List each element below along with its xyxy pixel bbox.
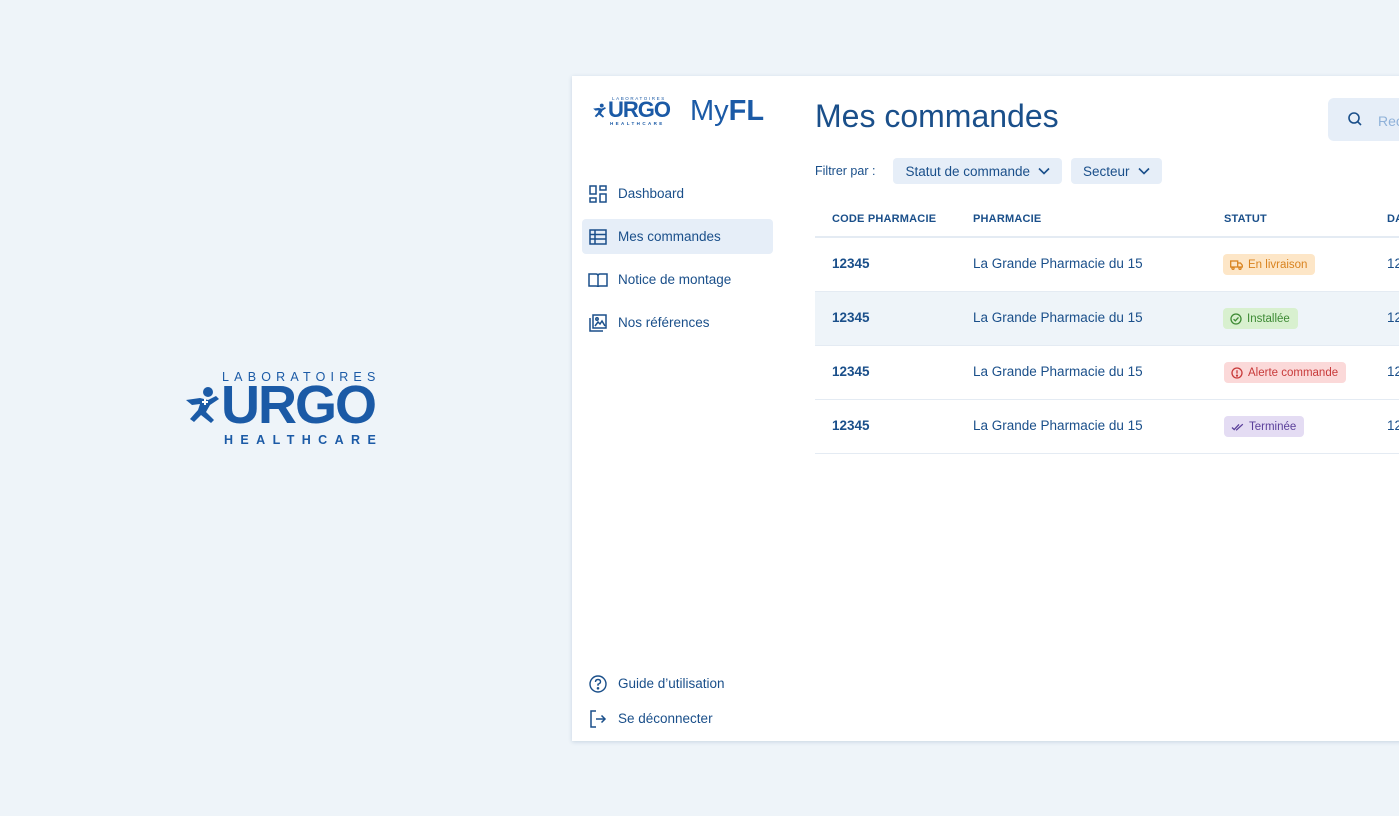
mini-logo-bottom: HEALTHCARE [610,121,665,126]
cell-date: 12/03/2023 [1387,310,1399,325]
alert-circle-icon [1231,366,1243,379]
cell-code: 12345 [832,418,870,433]
sidebar-item-notice-de-montage[interactable]: Notice de montage [582,262,773,297]
app-name: MyFL [690,94,764,128]
hero-logo-brand: URGO [221,375,377,435]
search-icon [1348,112,1362,126]
table-row[interactable]: 12345 La Grande Pharmacie du 15 Alerte c… [815,346,1399,400]
cell-pharmacie: La Grande Pharmacie du 15 [973,310,1143,325]
column-header-statut[interactable]: STATUT [1224,213,1267,225]
app-brand: LABORATOIRES URGO HEALTHCARE MyFL [590,94,780,128]
sidebar-item-label: Notice de montage [618,272,732,287]
status-badge: Installée [1223,308,1298,329]
search-input[interactable] [1376,110,1399,132]
sidebar-item-dashboard[interactable]: Dashboard [582,176,773,211]
cell-date: 12/03/2023 [1387,256,1399,271]
column-header-pharmacie[interactable]: PHARMACIE [973,213,1041,225]
book-icon [588,270,608,290]
page-title: Mes commandes [815,98,1059,134]
app-name-light: My [690,95,729,127]
status-badge: Terminée [1224,416,1305,437]
check-circle-icon [1230,312,1242,325]
chevron-down-icon [1038,167,1050,175]
main-content: Mes commandes Filtrer par : Statut de co… [815,76,1399,741]
help-icon [588,674,608,694]
cell-pharmacie: La Grande Pharmacie du 15 [973,364,1143,379]
sector-filter-label: Secteur [1083,163,1130,179]
sidebar-nav: Dashboard Mes commandes Notice de montag… [582,176,773,348]
sidebar-bottom-nav: Guide d’utilisation Se déconnecter [582,666,773,736]
sidebar-item-guide[interactable]: Guide d’utilisation [582,666,773,701]
search-box[interactable] [1328,98,1399,141]
filter-label: Filtrer par : [815,164,876,178]
column-header-code[interactable]: CODE PHARMACIE [832,213,936,225]
cell-code: 12345 [832,256,870,271]
cell-code: 12345 [832,310,870,325]
table-icon [588,227,608,247]
cell-pharmacie: La Grande Pharmacie du 15 [973,418,1143,433]
sidebar-item-mes-commandes[interactable]: Mes commandes [582,219,773,254]
status-filter-dropdown[interactable]: Statut de commande [893,158,1063,184]
cell-code: 12345 [832,364,870,379]
logout-icon [588,709,608,729]
table-header: CODE PHARMACIE PHARMACIE STATUT DATE [815,204,1399,238]
sidebar-item-logout[interactable]: Se déconnecter [582,701,773,736]
status-label: Installée [1247,312,1290,325]
urgo-runner-mini-icon [593,103,607,118]
sidebar-item-label: Dashboard [618,186,685,201]
sector-filter-dropdown[interactable]: Secteur [1071,158,1162,184]
orders-table: CODE PHARMACIE PHARMACIE STATUT DATE 123… [815,204,1399,454]
dashboard-icon [588,184,608,204]
gallery-icon [588,313,608,333]
status-badge: En livraison [1223,254,1316,275]
urgo-mini-logo: LABORATOIRES URGO HEALTHCARE [590,96,676,128]
table-row[interactable]: 12345 La Grande Pharmacie du 15 En livra… [815,238,1399,292]
cell-date: 12/03/2023 [1387,364,1399,379]
cell-date: 12/03/2023 [1387,418,1399,433]
status-badge: Alerte commande [1224,362,1347,383]
status-filter-label: Statut de commande [905,163,1031,179]
status-label: En livraison [1248,258,1308,271]
urgo-runner-icon [186,387,219,423]
hero-brand-logo: LABORATOIRES URGO HEALTHCARE [178,370,392,450]
sidebar-item-label: Nos références [618,315,710,330]
mini-logo-brand: URGO [608,97,671,122]
app-name-bold: FL [728,95,765,127]
cell-pharmacie: La Grande Pharmacie du 15 [973,256,1143,271]
truck-icon [1230,259,1243,270]
filter-bar: Filtrer par : Statut de commande Secteur [815,158,1171,184]
table-row[interactable]: 12345 La Grande Pharmacie du 15 Installé… [815,292,1399,346]
sidebar-item-label: Mes commandes [618,229,721,244]
status-label: Alerte commande [1248,366,1339,379]
hero-logo-bottom: HEALTHCARE [224,433,384,447]
sidebar-item-nos-references[interactable]: Nos références [582,305,773,340]
double-check-icon [1231,423,1244,431]
sidebar-item-label: Se déconnecter [618,711,713,726]
column-header-date[interactable]: DATE [1387,213,1399,225]
sidebar-item-label: Guide d’utilisation [618,676,725,691]
sidebar: LABORATOIRES URGO HEALTHCARE MyFL Dashbo… [572,76,786,741]
status-label: Terminée [1249,420,1297,433]
table-row[interactable]: 12345 La Grande Pharmacie du 15 Terminée… [815,400,1399,454]
chevron-down-icon [1137,167,1150,175]
app-window: LABORATOIRES URGO HEALTHCARE MyFL Dashbo… [572,76,1399,741]
